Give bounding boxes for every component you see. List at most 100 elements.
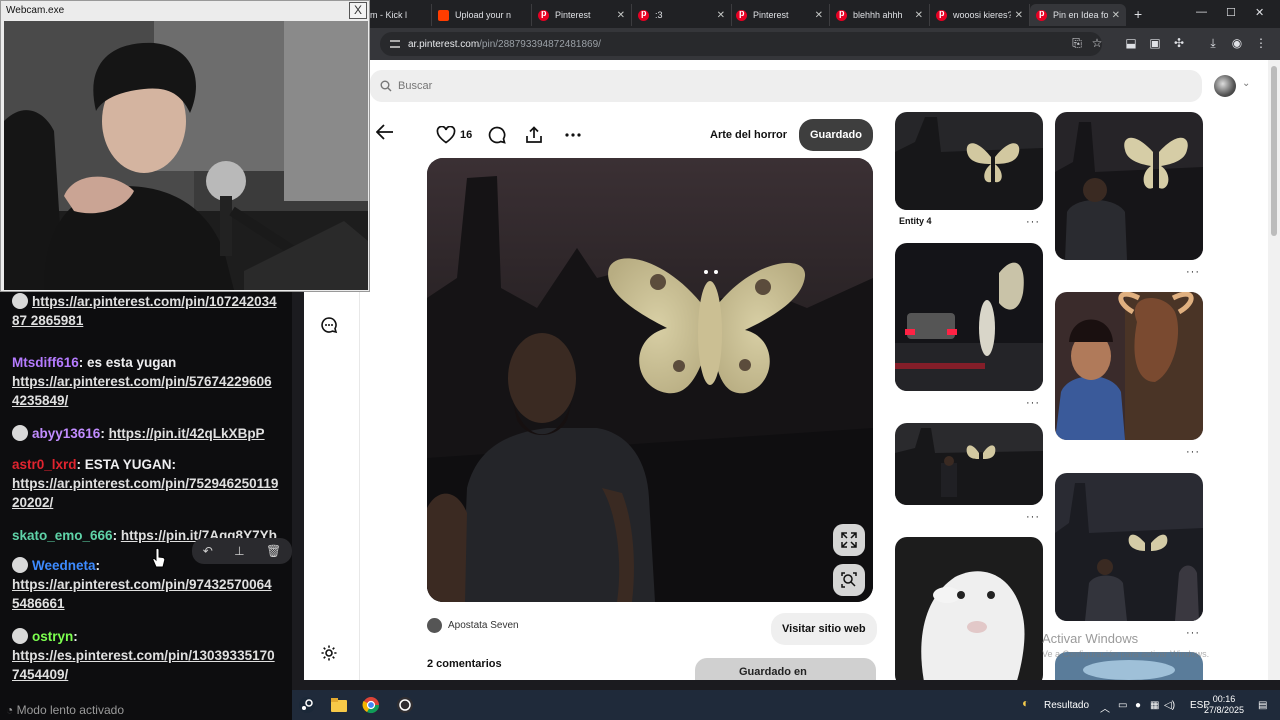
moth-man-photo — [427, 158, 873, 602]
tray-app-icon[interactable]: ▭ — [1118, 700, 1127, 711]
page-scrollbar[interactable] — [1268, 60, 1280, 680]
close-window-icon[interactable]: ✕ — [1255, 6, 1264, 19]
tray-chevron-icon[interactable]: ︿ — [1100, 700, 1110, 715]
pinterest-favicon-icon — [1036, 8, 1047, 21]
scrollbar-thumb[interactable] — [1271, 66, 1277, 236]
more-options-icon[interactable] — [564, 126, 582, 144]
chat-username[interactable]: abyy13616 — [32, 426, 100, 441]
chat-link[interactable]: https://ar.pinterest.com/pin/97432570064… — [12, 575, 282, 613]
maximize-icon[interactable]: ☐ — [1226, 6, 1236, 19]
profile-icon[interactable]: ◉ — [1230, 36, 1244, 50]
tab-3[interactable]: :3 ✕ — [632, 4, 732, 26]
messages-icon[interactable] — [320, 316, 338, 334]
saved-in-toast[interactable]: Guardado en — [695, 658, 876, 680]
bookmark-star-icon[interactable]: ☆ — [1090, 36, 1104, 50]
extensions-puzzle-icon[interactable]: ✣ — [1172, 36, 1186, 50]
tab-pinterest-2[interactable]: Pinterest ✕ — [730, 4, 830, 26]
related-pin[interactable] — [895, 537, 1043, 680]
chat-link[interactable]: https://es.pinterest.com/pin/13039335170… — [12, 646, 282, 684]
visit-site-button[interactable]: Visitar sitio web — [771, 613, 877, 645]
comment-icon[interactable] — [488, 126, 506, 144]
tab-pin-active[interactable]: Pin en Idea for ✕ — [1030, 4, 1126, 26]
chat-link[interactable]: https://pin.it/42qLkXBpP — [109, 426, 265, 441]
share-icon[interactable] — [525, 126, 543, 144]
expand-icon[interactable] — [833, 524, 865, 556]
related-pin[interactable] — [895, 243, 1043, 391]
board-selector[interactable]: Arte del horror — [710, 129, 787, 141]
user-badge-icon — [12, 628, 28, 644]
saved-button[interactable]: Guardado — [799, 119, 873, 151]
microphone-icon[interactable]: ● — [1135, 700, 1141, 711]
more-options-icon[interactable]: ··· — [1186, 446, 1200, 458]
avatar[interactable] — [1214, 75, 1236, 97]
tab-kick[interactable]: m - Kick l — [364, 4, 432, 26]
webcam-close-button[interactable]: X — [349, 2, 367, 19]
tab-close-icon[interactable]: ✕ — [1112, 10, 1120, 21]
windows-activation-title: Activar Windows — [1042, 631, 1139, 646]
tab-upload[interactable]: Upload your n — [432, 4, 532, 26]
related-pin[interactable] — [1055, 473, 1203, 621]
weather-icon[interactable]: ◐ — [1022, 696, 1040, 714]
related-pin[interactable] — [895, 423, 1043, 505]
obs-icon[interactable] — [396, 696, 414, 714]
new-tab-button[interactable]: + — [1134, 6, 1142, 22]
tab-close-icon[interactable]: ✕ — [1015, 10, 1023, 21]
chat-username[interactable]: ostryn — [32, 629, 73, 644]
more-options-icon[interactable]: ··· — [1026, 511, 1040, 523]
tab-label: Pinterest — [753, 10, 789, 20]
tab-close-icon[interactable]: ✕ — [815, 10, 823, 21]
tab-wooosi[interactable]: wooosi kieres? ✕ — [930, 4, 1030, 26]
search-input[interactable]: Buscar — [370, 70, 1202, 102]
more-options-icon[interactable]: ··· — [1026, 397, 1040, 409]
webcam-window[interactable]: Webcam.exe X — [0, 0, 370, 292]
site-info-icon[interactable] — [390, 40, 400, 48]
chat-text: : — [95, 558, 101, 573]
volume-icon[interactable]: ◁) — [1164, 700, 1175, 711]
pin-image[interactable] — [427, 158, 873, 602]
tab-label: blehhh ahhh — [853, 10, 903, 20]
result-label[interactable]: Resultado — [1044, 700, 1089, 711]
chat-link[interactable]: https://ar.pinterest.com/pin/10724203487… — [12, 294, 277, 328]
more-options-icon[interactable]: ··· — [1186, 266, 1200, 278]
related-pin[interactable] — [1055, 112, 1203, 260]
related-pin[interactable] — [1055, 292, 1203, 440]
related-pin[interactable] — [895, 112, 1043, 210]
creator-info[interactable]: Apostata Seven — [427, 618, 519, 633]
chrome-icon[interactable] — [362, 696, 380, 714]
streamer-video — [4, 21, 368, 290]
settings-gear-icon[interactable] — [320, 644, 338, 662]
download-icon[interactable]: ⤓ — [1206, 36, 1220, 50]
chat-text: : ESTA YUGAN: — [76, 457, 177, 472]
chevron-down-icon[interactable]: ⌄ — [1242, 78, 1250, 89]
chat-username[interactable]: astr0_lxrd — [12, 457, 77, 472]
chat-username[interactable]: Mtsdiff616 — [12, 355, 79, 370]
install-app-icon[interactable]: ⎘ — [1070, 36, 1084, 50]
comments-header[interactable]: 2 comentarios — [427, 658, 502, 670]
system-clock[interactable]: 00:16 27/8/2025 — [1204, 694, 1244, 716]
tab-pinterest-1[interactable]: Pinterest ✕ — [532, 4, 632, 26]
steam-icon[interactable] — [298, 696, 316, 714]
tab-close-icon[interactable]: ✕ — [617, 10, 625, 21]
notifications-icon[interactable]: ▤ — [1258, 700, 1267, 711]
extension-icon[interactable]: ⬓ — [1124, 36, 1138, 50]
browser-menu-icon[interactable]: ⋮ — [1254, 36, 1268, 50]
address-bar[interactable]: ar.pinterest.com/pin/288793394872481869/ — [380, 32, 1102, 56]
more-options-icon[interactable]: ··· — [1186, 627, 1200, 639]
file-explorer-icon[interactable] — [330, 696, 348, 714]
chat-username[interactable]: Weedneta — [32, 558, 96, 573]
visual-search-icon[interactable] — [833, 564, 865, 596]
chat-link[interactable]: https://ar.pinterest.com/pin/57674229606… — [12, 372, 282, 410]
chat-message: ostryn: https://es.pinterest.com/pin/130… — [12, 627, 282, 684]
chat-message: https://ar.pinterest.com/pin/10724203487… — [12, 292, 282, 330]
heart-icon[interactable] — [436, 126, 456, 144]
chat-link[interactable]: https://ar.pinterest.com/pin/75294625011… — [12, 474, 282, 512]
translate-icon[interactable]: ▣ — [1148, 36, 1162, 50]
more-options-icon[interactable]: ··· — [1026, 216, 1040, 228]
tab-close-icon[interactable]: ✕ — [717, 10, 725, 21]
chat-username[interactable]: skato_emo_666 — [12, 528, 113, 543]
network-icon[interactable]: ▦ — [1150, 700, 1159, 711]
tab-close-icon[interactable]: ✕ — [915, 10, 923, 21]
minimize-icon[interactable]: — — [1196, 6, 1207, 18]
tab-blehhh[interactable]: blehhh ahhh ✕ — [830, 4, 930, 26]
back-arrow-icon[interactable] — [376, 124, 394, 140]
